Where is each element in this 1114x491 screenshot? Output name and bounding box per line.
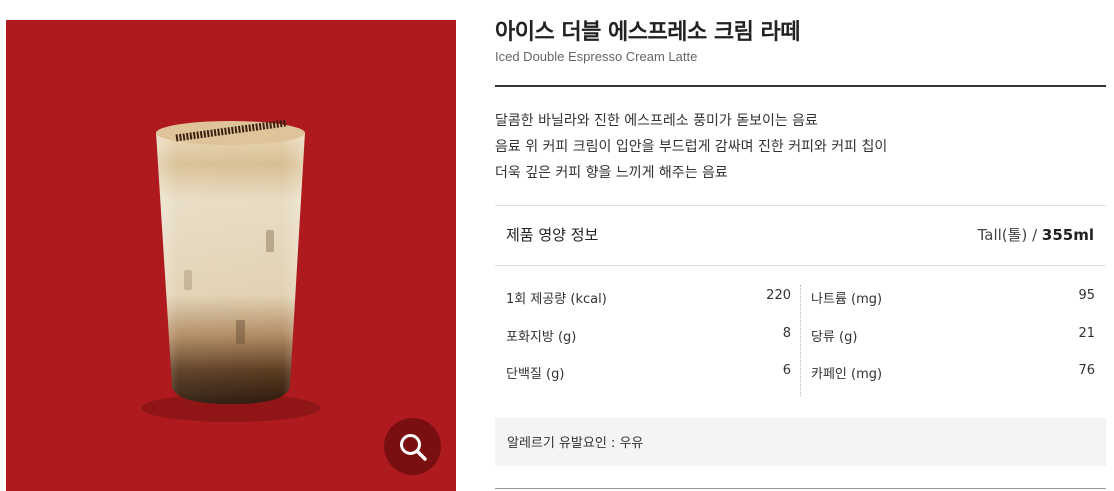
- nutrition-column-right: 나트륨 (mg) 95 당류 (g) 21 카페인 (mg) 76: [811, 285, 1095, 395]
- nutrition-label: 나트륨 (mg): [811, 292, 883, 307]
- title-divider: [495, 85, 1106, 87]
- nutrition-value: 8: [782, 325, 791, 341]
- nutrition-value: 76: [1078, 363, 1095, 378]
- nutrition-label: 포화지방 (g): [506, 329, 577, 345]
- nutrition-title: 제품 영양 정보: [506, 226, 599, 244]
- product-subtitle: Iced Double Espresso Cream Latte: [495, 49, 698, 64]
- size-volume: 355ml: [1041, 226, 1094, 244]
- nutrition-row: 당류 (g) 21: [811, 323, 1095, 361]
- divider: [495, 488, 1106, 489]
- nutrition-value: 21: [1078, 325, 1095, 341]
- size-label: Tall(톨) /: [977, 226, 1042, 244]
- allergy-text: 알레르기 유발요인 : 우유: [507, 436, 644, 451]
- nutrition-row: 단백질 (g) 6: [506, 360, 791, 398]
- product-image-panel: [6, 20, 456, 491]
- nutrition-row: 포화지방 (g) 8: [506, 323, 791, 361]
- nutrition-row: 카페인 (mg) 76: [811, 360, 1095, 398]
- nutrition-row: 1회 제공량 (kcal) 220: [506, 285, 791, 323]
- divider: [495, 265, 1106, 266]
- nutrition-row: 나트륨 (mg) 95: [811, 285, 1095, 323]
- nutrition-column-divider: [800, 285, 801, 397]
- allergy-info-box: 알레르기 유발요인 : 우유: [495, 418, 1106, 466]
- divider: [495, 205, 1106, 206]
- nutrition-label: 카페인 (mg): [811, 367, 883, 382]
- product-title: 아이스 더블 에스프레소 크림 라떼: [495, 20, 801, 45]
- product-image: [141, 119, 321, 422]
- description-line: 음료 위 커피 크림이 입안을 부드럽게 감싸며 진한 커피와 커피 칩이: [495, 139, 888, 155]
- nutrition-value: 95: [1078, 288, 1095, 303]
- nutrition-column-left: 1회 제공량 (kcal) 220 포화지방 (g) 8 단백질 (g) 6: [506, 285, 791, 395]
- size-selector: Tall(톨) / 355ml: [978, 224, 1094, 245]
- nutrition-label: 단백질 (g): [506, 367, 565, 382]
- description-line: 더욱 깊은 커피 향을 느끼게 해주는 음료: [495, 165, 728, 181]
- nutrition-label: 당류 (g): [811, 329, 858, 345]
- product-description: 달콤한 바닐라와 진한 에스프레소 풍미가 돋보이는 음료 음료 위 커피 크림…: [495, 108, 1106, 186]
- description-line: 달콤한 바닐라와 진한 에스프레소 풍미가 돋보이는 음료: [495, 113, 818, 129]
- magnifier-icon: [399, 433, 427, 461]
- nutrition-value: 6: [782, 363, 791, 378]
- nutrition-label: 1회 제공량 (kcal): [506, 292, 607, 307]
- zoom-button[interactable]: [384, 418, 441, 475]
- nutrition-value: 220: [766, 288, 791, 303]
